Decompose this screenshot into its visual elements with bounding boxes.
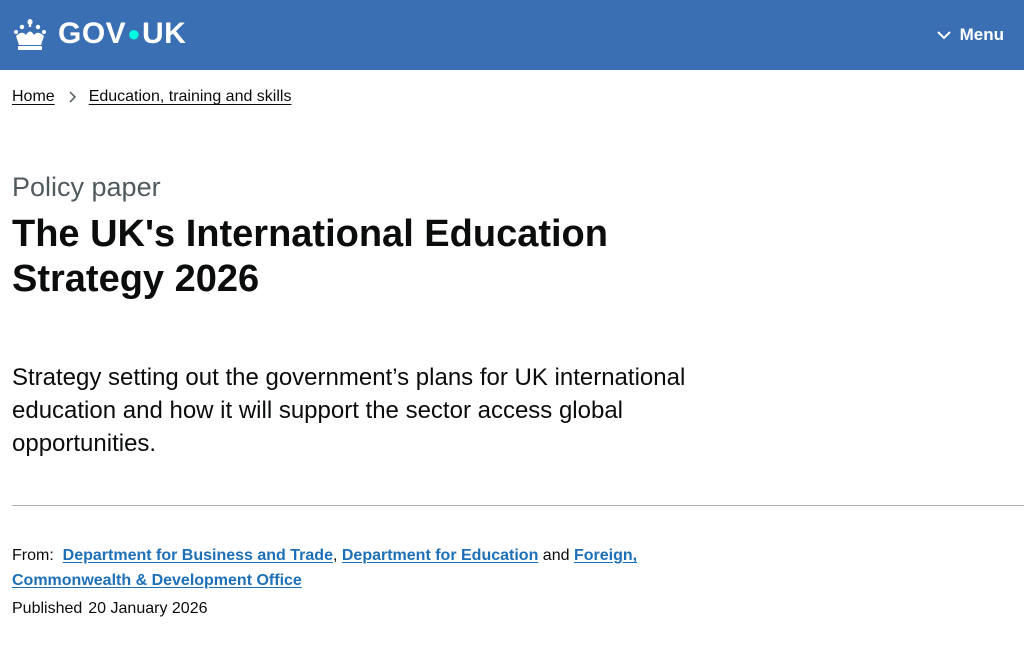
menu-label: Menu xyxy=(959,25,1004,44)
logo-dot: ● xyxy=(127,20,141,46)
logo-text-uk: UK xyxy=(141,17,187,51)
breadcrumb-education-link[interactable]: Education, training and skills xyxy=(89,88,292,106)
org-link-business-trade[interactable]: Department for Business and Trade xyxy=(63,547,333,564)
org-link-education[interactable]: Department for Education xyxy=(342,547,538,564)
site-header: GOV●UK Menu xyxy=(0,0,1024,70)
govuk-logo-link[interactable]: GOV●UK xyxy=(12,14,186,56)
logo-wordmark: GOV●UK xyxy=(58,13,186,56)
org-separator-comma: , xyxy=(332,547,338,564)
metadata-published: Published 20 January 2026 xyxy=(12,600,207,618)
menu-button[interactable]: Menu xyxy=(936,22,1004,48)
breadcrumb: Home Education, training and skills xyxy=(12,88,291,106)
published-date: 20 January 2026 xyxy=(88,600,208,617)
from-label: From: xyxy=(12,547,54,564)
page-lead: Strategy setting out the government’s pl… xyxy=(12,364,686,457)
page-caption: Policy paper xyxy=(12,172,161,202)
chevron-right-icon xyxy=(69,91,76,103)
breadcrumb-home-link[interactable]: Home xyxy=(12,88,55,106)
org-separator-and: and xyxy=(542,547,570,564)
logo-text-gov: GOV xyxy=(58,17,127,51)
published-label: Published xyxy=(12,600,83,617)
crown-icon xyxy=(14,19,46,50)
metadata-from: From: Department for Business and Trade,… xyxy=(12,543,712,593)
chevron-down-icon xyxy=(936,31,951,40)
section-divider xyxy=(12,505,1024,506)
page-title: The UK's International Education Strateg… xyxy=(12,213,608,300)
